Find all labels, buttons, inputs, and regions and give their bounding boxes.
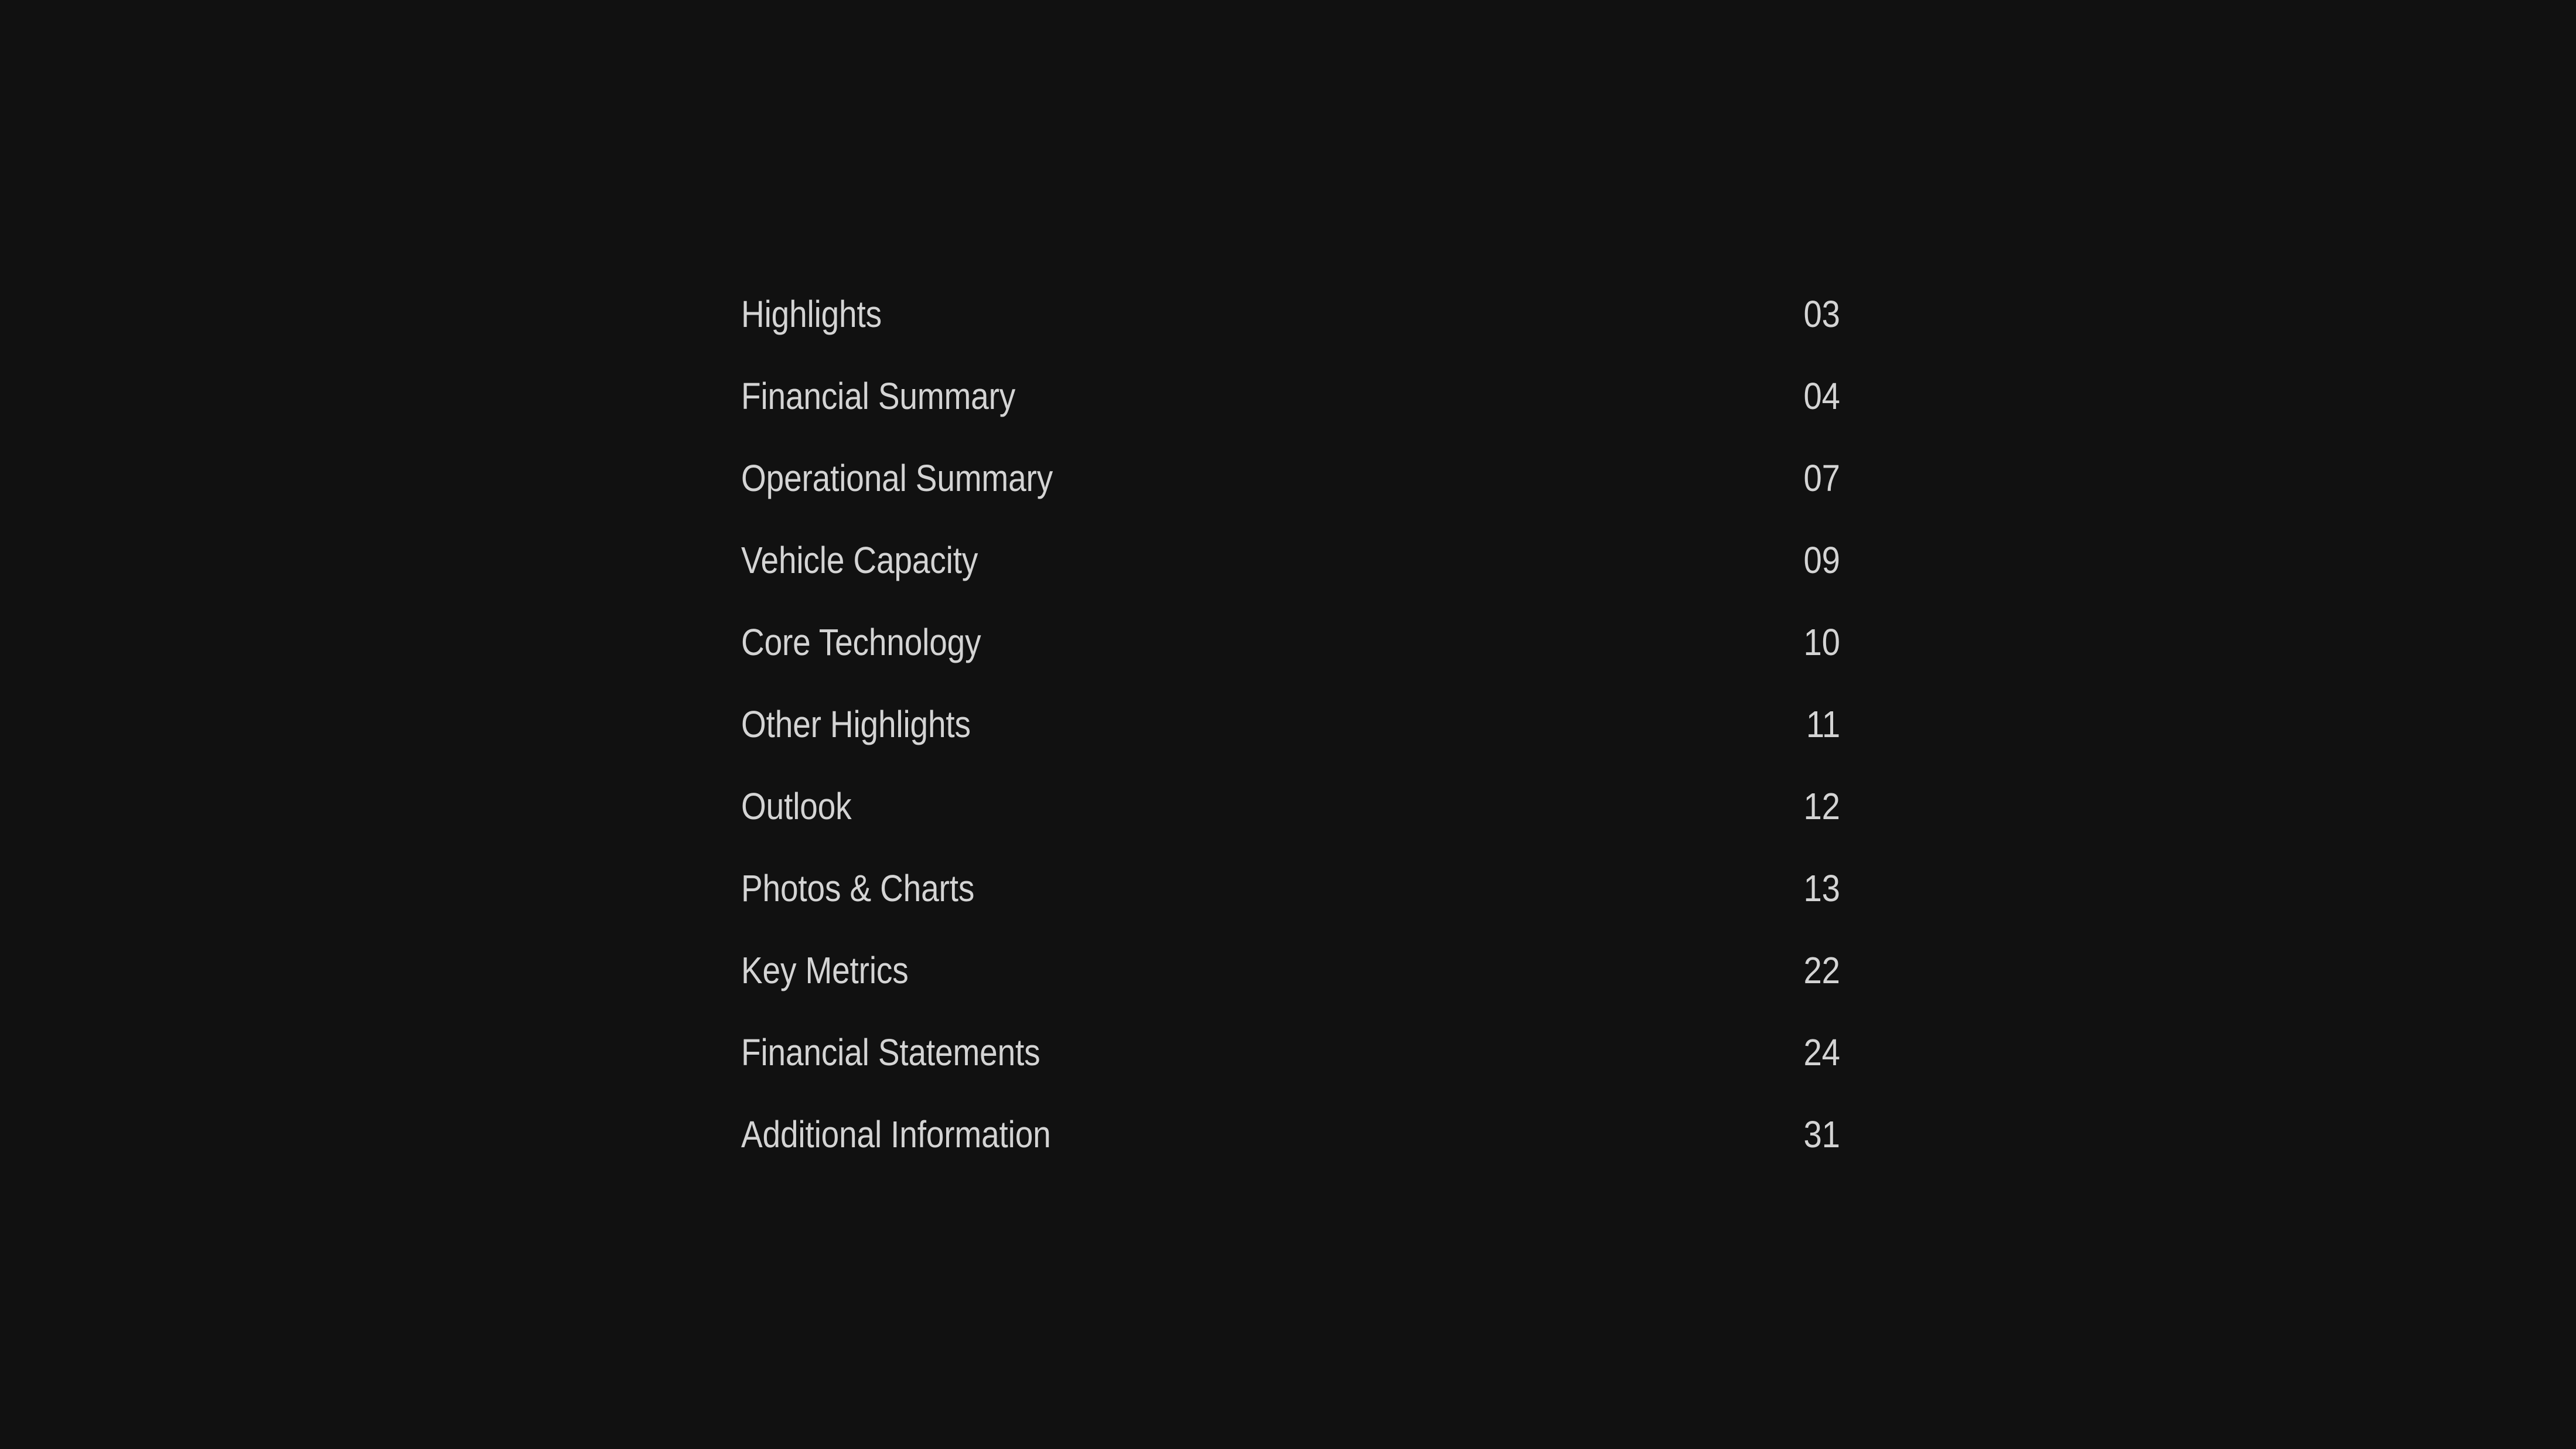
toc-entry-title: Vehicle Capacity bbox=[741, 539, 978, 581]
toc-entry-page-number: 12 bbox=[1803, 785, 1840, 827]
toc-entry-title: Outlook bbox=[741, 785, 852, 827]
toc-entry-page-number: 04 bbox=[1803, 375, 1840, 417]
toc-entry[interactable]: Other Highlights 11 bbox=[741, 683, 1840, 765]
toc-entry[interactable]: Core Technology 10 bbox=[741, 601, 1840, 683]
toc-entry-page-number: 11 bbox=[1806, 703, 1840, 745]
toc-entry[interactable]: Operational Summary 07 bbox=[741, 437, 1840, 519]
toc-entry-page-number: 10 bbox=[1803, 621, 1840, 663]
toc-entry[interactable]: Additional Information 31 bbox=[741, 1093, 1840, 1175]
toc-entry[interactable]: Outlook 12 bbox=[741, 765, 1840, 847]
toc-entry[interactable]: Photos & Charts 13 bbox=[741, 847, 1840, 929]
toc-entry-title: Financial Summary bbox=[741, 375, 1016, 417]
toc-entry-page-number: 31 bbox=[1803, 1113, 1840, 1155]
toc-entry-title: Other Highlights bbox=[741, 703, 971, 745]
toc-entry-title: Key Metrics bbox=[741, 949, 909, 991]
toc-entry-title: Core Technology bbox=[741, 621, 981, 663]
toc-entry-title: Additional Information bbox=[741, 1113, 1051, 1155]
toc-entry-title: Highlights bbox=[741, 293, 882, 335]
toc-entry-title: Operational Summary bbox=[741, 457, 1053, 499]
toc-entry-title: Financial Statements bbox=[741, 1031, 1040, 1073]
toc-entry-page-number: 24 bbox=[1803, 1031, 1840, 1073]
toc-entry[interactable]: Vehicle Capacity 09 bbox=[741, 519, 1840, 601]
table-of-contents: Highlights 03 Financial Summary 04 Operation… bbox=[741, 273, 1840, 1175]
toc-entry-title: Photos & Charts bbox=[741, 867, 975, 909]
toc-entry[interactable]: Key Metrics 22 bbox=[741, 929, 1840, 1011]
toc-entry-page-number: 09 bbox=[1803, 539, 1840, 581]
toc-entry-page-number: 07 bbox=[1803, 457, 1840, 499]
toc-entry-page-number: 22 bbox=[1803, 949, 1840, 991]
toc-entry-page-number: 13 bbox=[1803, 867, 1840, 909]
toc-entry[interactable]: Financial Statements 24 bbox=[741, 1011, 1840, 1093]
slide-canvas: Highlights 03 Financial Summary 04 Operation… bbox=[0, 0, 2576, 1449]
toc-entry[interactable]: Highlights 03 bbox=[741, 273, 1840, 355]
toc-entry[interactable]: Financial Summary 04 bbox=[741, 355, 1840, 437]
toc-entry-page-number: 03 bbox=[1803, 293, 1840, 335]
